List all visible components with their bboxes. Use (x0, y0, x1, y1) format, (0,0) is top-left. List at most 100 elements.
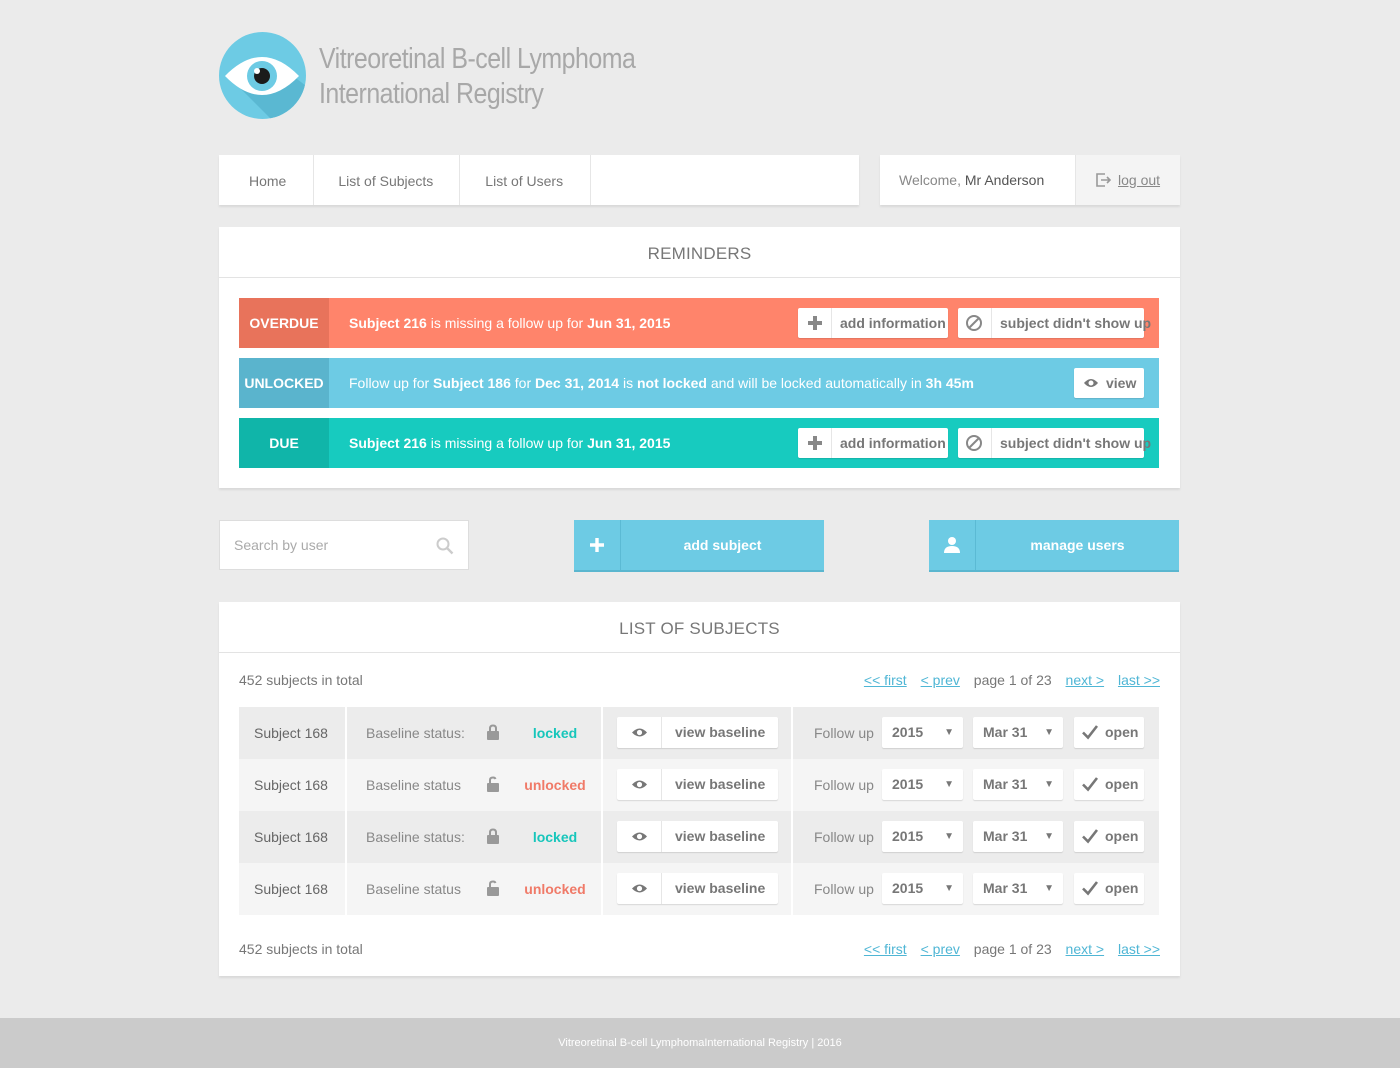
pager-next-link[interactable]: next > (1066, 941, 1105, 957)
manage-users-label: manage users (1030, 537, 1125, 553)
user-icon (929, 520, 976, 570)
pager-first-link[interactable]: << first (864, 941, 907, 957)
follow-up-date-select[interactable]: Mar 31 ▼ (973, 769, 1063, 800)
chevron-down-icon: ▼ (1044, 779, 1054, 790)
view-baseline-button[interactable]: view baseline (617, 717, 778, 748)
reminder-date: Jun 31, 2015 (587, 435, 671, 451)
add-information-button[interactable]: add information (798, 428, 948, 458)
subject-name: Subject 168 (239, 759, 347, 811)
table-row: Subject 168 Baseline status: locked view ba… (239, 811, 1159, 863)
eye-icon (1084, 379, 1098, 387)
open-button[interactable]: open (1074, 717, 1144, 748)
lock-icon (486, 828, 500, 845)
pager-first-link[interactable]: << first (864, 672, 907, 688)
view-baseline-label: view baseline (675, 880, 766, 896)
subjects-title: LIST OF SUBJECTS (219, 602, 1180, 653)
year-value: 2015 (892, 828, 924, 844)
follow-up-year-select[interactable]: 2015 ▼ (882, 821, 963, 852)
add-subject-button[interactable]: add subject (574, 520, 824, 572)
chevron-down-icon: ▼ (1044, 883, 1054, 894)
follow-up-label: Follow up (814, 881, 874, 897)
follow-up-label: Follow up (814, 829, 874, 845)
open-button[interactable]: open (1074, 821, 1144, 852)
subject-no-show-button[interactable]: subject didn't show up (958, 308, 1151, 338)
follow-up-date-select[interactable]: Mar 31 ▼ (973, 873, 1063, 904)
reminder-text-part: is missing a follow up for (426, 315, 588, 331)
open-button[interactable]: open (1074, 769, 1144, 800)
date-value: Mar 31 (983, 776, 1028, 792)
subject-no-show-label: subject didn't show up (1000, 435, 1152, 451)
reminder-subject: Subject 216 (349, 435, 427, 451)
check-icon (1082, 881, 1099, 896)
follow-up-year-select[interactable]: 2015 ▼ (882, 717, 963, 748)
chevron-down-icon: ▼ (944, 779, 954, 790)
nav-list-of-users[interactable]: List of Users (460, 155, 592, 205)
pagination: << first < prev page 1 of 23 next > last… (854, 672, 1160, 688)
pager-prev-link[interactable]: < prev (921, 672, 960, 688)
reminder-subject: Subject 216 (349, 315, 427, 331)
search-input[interactable] (219, 520, 469, 570)
ban-icon (958, 428, 992, 458)
reminder-text: Subject 216 is missing a follow up for J… (349, 418, 670, 469)
logout-button[interactable]: log out (1075, 155, 1180, 205)
baseline-status-value: locked (532, 829, 578, 845)
subject-name: Subject 168 (239, 707, 347, 759)
user-box: Welcome, Mr Anderson log out (880, 155, 1180, 205)
reminder-text-part: and will be locked automatically in (706, 375, 926, 391)
follow-up-year-select[interactable]: 2015 ▼ (882, 873, 963, 904)
view-button[interactable]: view (1074, 368, 1144, 398)
add-information-button[interactable]: add information (798, 308, 948, 338)
reminders-title: REMINDERS (219, 227, 1180, 278)
follow-up-date-select[interactable]: Mar 31 ▼ (973, 821, 1063, 852)
reminders-card: REMINDERS OVERDUE Subject 216 is missing… (219, 227, 1180, 488)
open-label: open (1105, 724, 1139, 740)
app-title-line2: International Registry (319, 78, 544, 110)
welcome-label: Welcome, (899, 172, 961, 188)
subject-no-show-button[interactable]: subject didn't show up (958, 428, 1151, 458)
view-baseline-button[interactable]: view baseline (617, 873, 778, 904)
follow-up-year-select[interactable]: 2015 ▼ (882, 769, 963, 800)
baseline-status-value: unlocked (524, 881, 586, 897)
subject-name: Subject 168 (239, 811, 347, 863)
app-title-line1: Vitreoretinal B-cell Lymphoma (319, 43, 636, 75)
pager-prev-link[interactable]: < prev (921, 941, 960, 957)
date-value: Mar 31 (983, 724, 1028, 740)
plus-icon (574, 520, 621, 570)
chevron-down-icon: ▼ (944, 727, 954, 738)
pagination: << first < prev page 1 of 23 next > last… (854, 941, 1160, 957)
subjects-card: LIST OF SUBJECTS 452 subjects in total <… (219, 602, 1180, 976)
baseline-status-label: Baseline status (366, 777, 461, 793)
reminder-time: 3h 45m (925, 375, 974, 391)
view-baseline-button[interactable]: view baseline (617, 769, 778, 800)
view-baseline-button[interactable]: view baseline (617, 821, 778, 852)
view-baseline-label: view baseline (675, 828, 766, 844)
nav-list-of-subjects[interactable]: List of Subjects (314, 155, 461, 205)
plus-icon (798, 308, 832, 338)
view-label: view (1106, 375, 1137, 391)
table-row: Subject 168 Baseline status: locked view ba… (239, 707, 1159, 759)
search-icon[interactable] (436, 537, 454, 555)
table-row: Subject 168 Baseline status unlocked view b… (239, 863, 1159, 915)
baseline-status-label: Baseline status: (366, 829, 465, 845)
reminder-overdue: OVERDUE Subject 216 is missing a follow … (239, 298, 1159, 348)
chevron-down-icon: ▼ (1044, 831, 1054, 842)
manage-users-button[interactable]: manage users (929, 520, 1179, 572)
nav-home[interactable]: Home (219, 155, 315, 205)
reminder-not-locked: not locked (636, 375, 707, 391)
pager-page-indicator: page 1 of 23 (973, 941, 1052, 957)
year-value: 2015 (892, 880, 924, 896)
open-button[interactable]: open (1074, 873, 1144, 904)
pager-last-link[interactable]: last >> (1118, 941, 1160, 957)
reminder-text: Subject 216 is missing a follow up for J… (349, 298, 670, 349)
subject-no-show-label: subject didn't show up (1000, 315, 1152, 331)
reminder-unlocked: UNLOCKED Follow up for Subject 186 for D… (239, 358, 1159, 408)
date-value: Mar 31 (983, 880, 1028, 896)
unlock-icon (486, 880, 500, 897)
reminder-tag-due: DUE (239, 418, 329, 468)
pager-last-link[interactable]: last >> (1118, 672, 1160, 688)
follow-up-label: Follow up (814, 725, 874, 741)
year-value: 2015 (892, 724, 924, 740)
eye-icon (617, 821, 662, 852)
pager-next-link[interactable]: next > (1066, 672, 1105, 688)
follow-up-date-select[interactable]: Mar 31 ▼ (973, 717, 1063, 748)
